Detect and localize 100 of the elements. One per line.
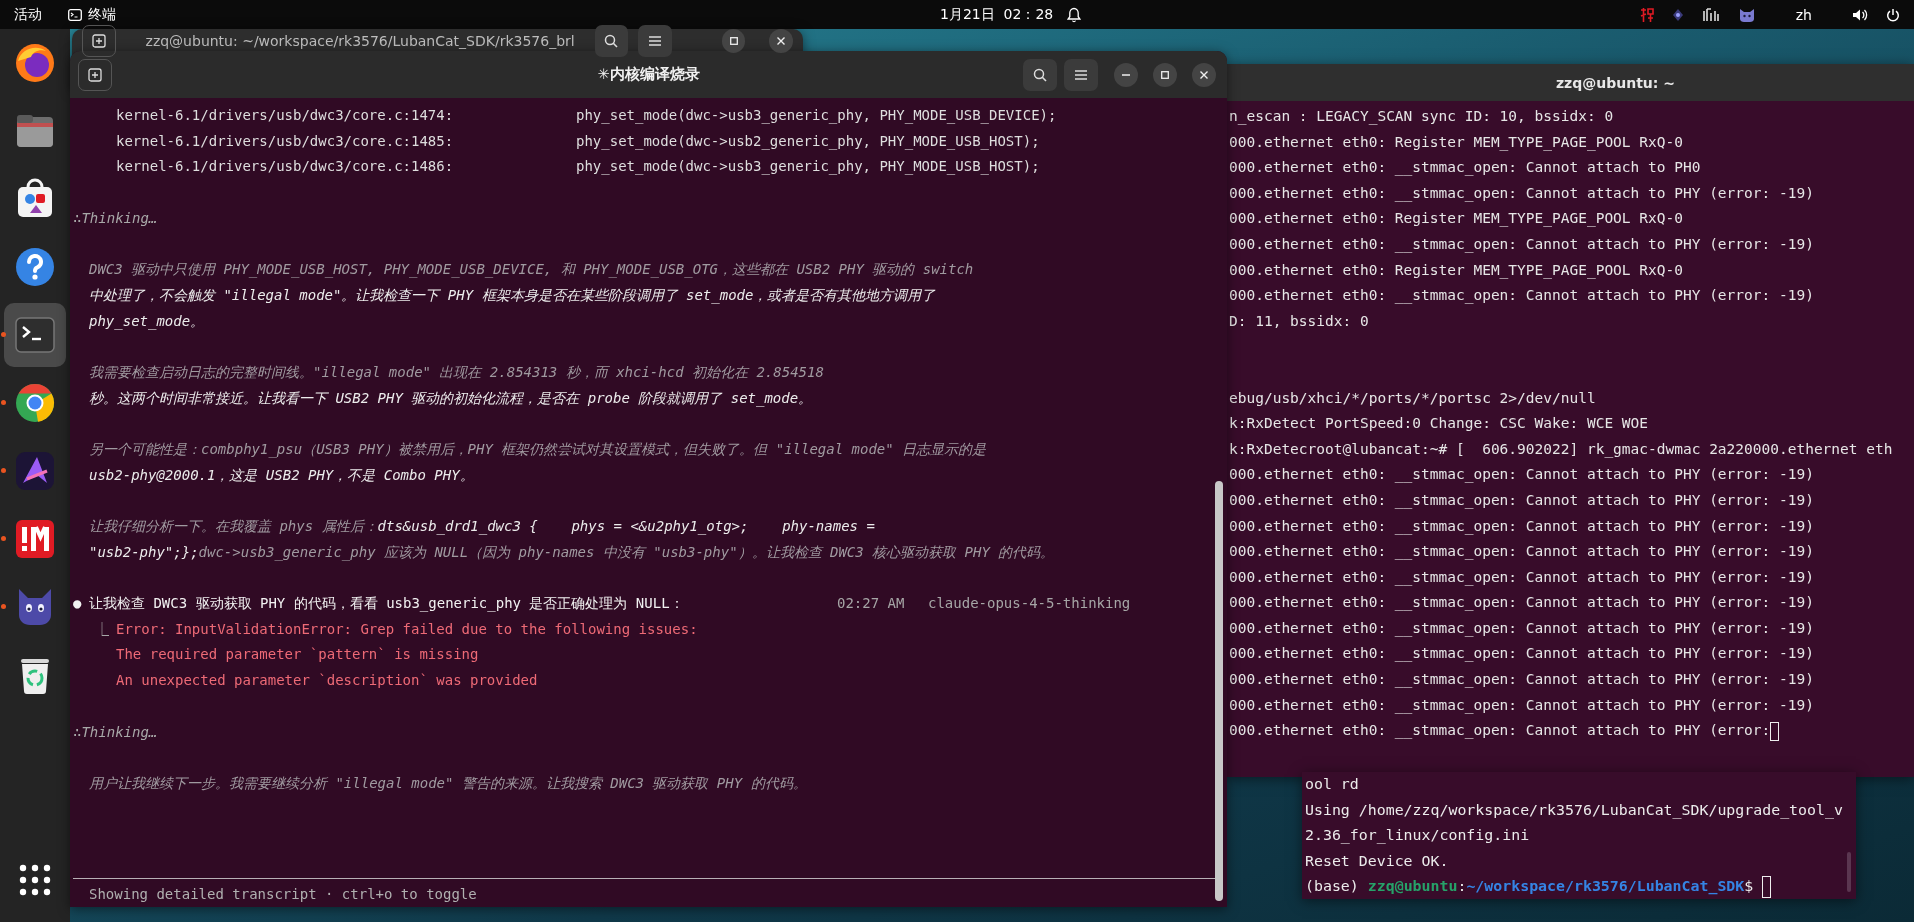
terminal-line: 000.ethernet eth0: __stmmac_open: Cannot attach to PH0 <box>1229 158 1701 178</box>
terminal-line: 000.ethernet eth0: __stmmac_open: Cannot attach to PHY (error: -19) <box>1229 234 1814 255</box>
menu-button[interactable] <box>638 25 672 57</box>
thinking-label: ∴Thinking… <box>73 208 158 228</box>
window-title: zzq@ubuntu: ~ <box>1555 74 1676 91</box>
terminal-line: 000.ethernet eth0: __stmmac_open: Cannot attach to PHY (error: -19) <box>1229 695 1814 716</box>
minimize-icon <box>1122 73 1130 76</box>
running-indicator <box>1 604 6 609</box>
terminal-line: 000.ethernet eth0: __stmmac_open: Cannot attach to PHY (error: -19) <box>1229 465 1814 485</box>
scrollbar[interactable] <box>1215 481 1223 901</box>
app-menu[interactable]: 终端 <box>88 5 116 24</box>
terminal-line: 000.ethernet eth0: __stmmac_open: Cannot attach to PHY (error: -19) <box>1229 490 1814 511</box>
search-icon <box>604 34 619 48</box>
terminal-icon <box>68 8 82 21</box>
menu-icon <box>1075 69 1087 80</box>
alert-app-icon <box>13 517 57 561</box>
window-title: ✳内核编译烧录 <box>597 65 700 84</box>
transcript-line: usb2-phy@2000.1，这是 USB2 PHY，不是 Combo PHY。 <box>89 465 474 485</box>
bullet-marker: ● <box>73 594 83 614</box>
close-button[interactable] <box>1192 62 1216 87</box>
timestamp: 02:27 AM <box>837 594 905 614</box>
arrow-app-icon <box>13 449 57 493</box>
color-wheel-icon <box>13 381 57 425</box>
maximize-icon <box>1161 70 1169 79</box>
maximize-icon <box>729 37 738 45</box>
error-line: Error: InputValidationError: Grep failed due to the following issues: <box>116 619 698 639</box>
terminal-line: k:RxDetecroot@lubancat:~# [ 606.902022] rk_gmac-dwmac 2a220000.ethernet eth <box>1229 439 1893 460</box>
alarm-icon <box>1067 6 1082 23</box>
thinking-label: ∴Thinking… <box>73 722 158 742</box>
file-reference: kernel-6.1/drivers/usb/dwc3/core.c:1485: <box>116 131 455 151</box>
scrollbar[interactable] <box>1847 852 1851 892</box>
menu-icon <box>648 36 661 46</box>
menu-button[interactable] <box>1064 58 1098 91</box>
error-line: The required parameter `pattern` is missing <box>116 645 479 665</box>
window-title: zzq@ubuntu: ~/workspace/rk3576/LubanCat_SDK/rk3576_brl <box>145 33 575 49</box>
terminal-line: 2.36_for_linux/config.ini <box>1305 825 1530 847</box>
file-reference: kernel-6.1/drivers/usb/dwc3/core.c:1474: <box>116 106 455 125</box>
running-indicator <box>1 400 6 405</box>
transcript-line: 让我仔细分析一下。在我覆盖 phys 属性后：dts&usb_drd1_dwc3 { phys = <&u2phy1_otg>; phy-names = <box>89 517 875 537</box>
maximize-button[interactable] <box>1153 62 1177 87</box>
running-indicator <box>1 332 6 337</box>
cat-icon <box>1737 6 1756 23</box>
terminal-line: ebug/usb/xhci/*/ports/*/portsc 2>/dev/null <box>1229 388 1596 408</box>
transcript-line: 我需要检查启动日志的完整时间线。"illegal mode" 出现在 2.854313 秒，而 xhci-hcd 初始化在 2.854518 <box>89 362 824 382</box>
help-icon <box>13 245 57 289</box>
transcript-line: 秒。这两个时间非常接近。让我看一下 USB2 PHY 驱动的初始化流程，是否在 probe 阶段就调用了 set_mode。 <box>89 388 813 409</box>
tree-connector: ⎿ <box>95 619 110 639</box>
transcript-line: 用户让我继续下一步。我需要继续分析 "illegal mode" 警告的来源。让我搜索 DWC3 驱动获取 PHY 的代码。 <box>89 773 807 793</box>
search-button[interactable] <box>594 25 629 57</box>
transcript-line: 另一个可能性是：combphy1_psu（USB3 PHY）被禁用后，PHY 框架仍然尝试对其设置模式，但失败了。但 "illegal mode" 日志显示的是 <box>89 439 987 460</box>
terminal-line: n_escan : LEGACY_SCAN sync ID: 10, bssidx: 0 <box>1229 107 1614 127</box>
input-method-indicator[interactable]: zh <box>1795 6 1812 23</box>
transcript-line: DWC3 驱动中只使用 PHY_MODE_USB_HOST, PHY_MODE_USB_DEVICE, 和 PHY_MODE_USB_OTG，这些都在 USB2 PHY 驱动的 switch <box>89 260 974 280</box>
transcript-line: phy_set_mode。 <box>89 311 205 332</box>
terminal-line: ool rd <box>1305 774 1359 795</box>
shell-prompt: (base) zzq@ubuntu:~/workspace/rk3576/LubanCat_SDK$ <box>1305 876 1754 898</box>
new-tab-icon <box>91 34 106 48</box>
volume-icon <box>1852 7 1868 22</box>
power-icon <box>1886 7 1900 22</box>
terminal-line: 000.ethernet eth0: __stmmac_open: Cannot attach to PHY (error: -19) <box>1229 516 1814 537</box>
new-tab-icon <box>88 67 102 82</box>
tray-icon <box>1671 7 1684 22</box>
terminal-line: 000.ethernet eth0: __stmmac_open: Cannot attach to PHY (error: -19) <box>1229 593 1814 613</box>
terminal-line: 000.ethernet eth0: __stmmac_open: Cannot attach to PHY (error: -19) <box>1229 670 1814 690</box>
transcript-line: 中处理了，不会触发 "illegal mode"。让我检查一下 PHY 框架本身是否在某些阶段调用了 set_mode，或者是否有其他地方调用了 <box>89 285 936 306</box>
terminal-line: 000.ethernet eth0: __stmmac_open: Cannot attach to PHY (error: -19) <box>1229 542 1814 562</box>
transcript-line: "usb2-phy";};dwc->usb3_generic_phy 应该为 NULL（因为 phy-names 中没有 "usb3-phy"）。让我检查 DWC3 核心驱动获取 PHY 的代码。 <box>89 542 1055 563</box>
minimize-button[interactable] <box>1114 62 1138 87</box>
close-icon <box>1200 70 1208 79</box>
search-icon <box>1033 67 1047 82</box>
clock[interactable]: 1月21日 02：28 <box>940 5 1054 24</box>
terminal-line: 000.ethernet eth0: __stmmac_open: Cannot attach to PHY (error: -19) <box>1229 567 1814 588</box>
terminal-line: 000.ethernet eth0: __stmmac_open: Cannot attach to PHY (error: -19) <box>1229 286 1814 306</box>
model-name: claude-opus-4-5-thinking <box>928 594 1131 614</box>
close-button[interactable] <box>769 29 793 53</box>
code-line: phy_set_mode(dwc->usb2_generic_phy, PHY_MODE_USB_HOST); <box>576 131 1040 152</box>
terminal-line: 000.ethernet eth0: __stmmac_open: Cannot attach to PHY (error: -19) <box>1229 618 1814 639</box>
assistant-message: 让我检查 DWC3 驱动获取 PHY 的代码，看看 usb3_generic_phy 是否正确处理为 NULL： <box>89 594 684 614</box>
running-indicator <box>1 468 6 473</box>
text-cursor <box>1762 876 1772 899</box>
terminal-line: k:RxDetect PortSpeed:0 Change: CSC Wake: WCE WOE <box>1229 414 1649 434</box>
terminal-line: 000.ethernet eth0: Register MEM_TYPE_PAGE_POOL RxQ-0 <box>1229 260 1683 281</box>
search-button[interactable] <box>1023 58 1057 91</box>
terminal-line: D: 11, bssidx: 0 <box>1229 311 1369 331</box>
maximize-button[interactable] <box>721 29 746 53</box>
terminal-line: 000.ethernet eth0: __stmmac_open: Cannot attach to PHY (error: -19) <box>1229 183 1814 204</box>
activities-button[interactable]: 活动 <box>14 5 42 24</box>
file-reference: kernel-6.1/drivers/usb/dwc3/core.c:1486: <box>116 157 455 177</box>
terminal-line: 000.ethernet eth0: Register MEM_TYPE_PAGE_POOL RxQ-0 <box>1229 132 1683 153</box>
app-indicator-icon <box>1639 6 1654 23</box>
footer-hint: Showing detailed transcript · ctrl+o to toggle <box>89 885 477 904</box>
terminal-line: Using /home/zzq/workspace/rk3576/LubanCat_SDK/upgrade_tool_v <box>1305 799 1843 821</box>
terminal-line: Reset Device OK. <box>1305 850 1449 872</box>
terminal-line: 000.ethernet eth0: __stmmac_open: Cannot attach to PHY (error: -19) <box>1229 644 1814 664</box>
browser-icon <box>13 41 57 85</box>
new-tab-button[interactable] <box>78 58 112 91</box>
running-indicator <box>1 536 6 541</box>
terminal-line: 000.ethernet eth0: Register MEM_TYPE_PAGE_POOL RxQ-0 <box>1229 209 1683 229</box>
error-line: An unexpected parameter `description` was provided <box>116 671 538 691</box>
close-icon <box>777 37 786 45</box>
